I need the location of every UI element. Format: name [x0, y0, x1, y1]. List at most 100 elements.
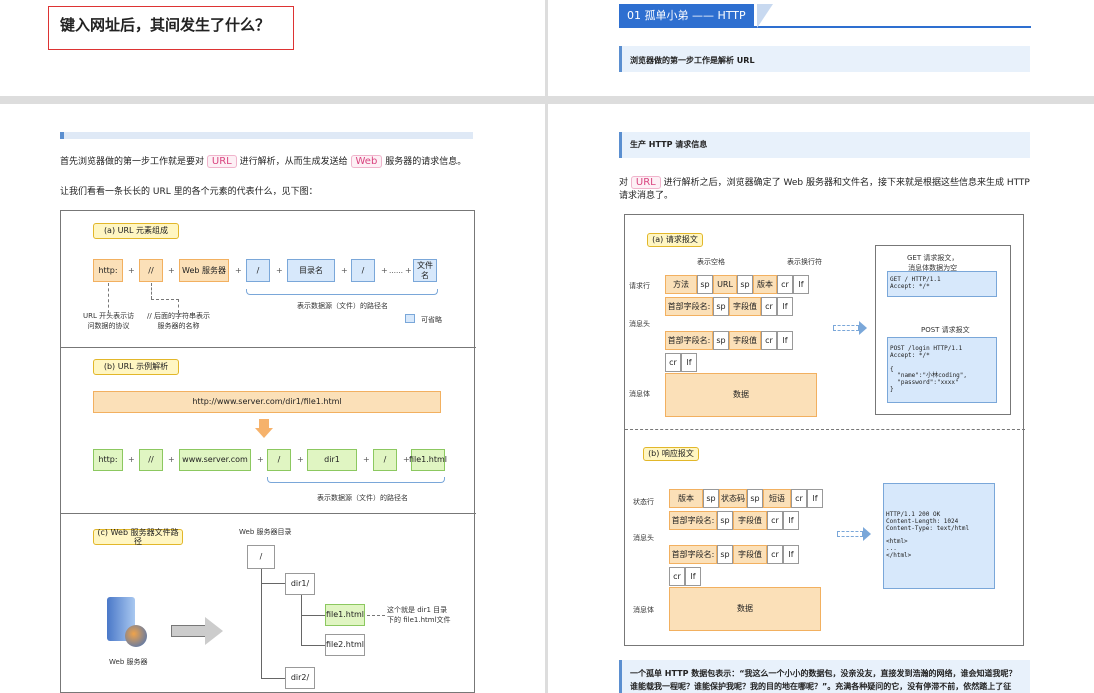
right-arrow-icon [833, 325, 859, 331]
right-arrow-icon [171, 625, 207, 637]
step2-text: 生产 HTTP 请求信息 [630, 140, 708, 149]
req-label: (a) 请求报文 [647, 233, 703, 247]
phrase-cell: 短语 [763, 489, 791, 508]
right-main-panel: 生产 HTTP 请求信息 对 URL 进行解析之后，浏览器确定了 Web 服务器… [548, 104, 1094, 693]
sec-c-label: (c) Web 服务器文件路径 [93, 528, 183, 546]
example-url-bar: http://www.server.com/dir1/file1.html [93, 391, 441, 413]
right-title-panel: 01 孤单小弟 —— HTTP 浏览器做的第一步工作是解析 URL [548, 0, 1094, 96]
sp-cell: sp [737, 275, 753, 294]
dir-box: 目录名 [287, 259, 335, 282]
body-label: 消息体 [629, 390, 650, 398]
quote-line2: 谁能载我一程呢？谁能保护我呢？我的目的地在哪呢？”。充满各种疑问的它，没有停滞不… [630, 682, 1012, 691]
root-dir-node: / [247, 545, 275, 569]
get-title: GET 请求报文， 消息体数据为空 [907, 254, 959, 272]
cr-cell: cr [791, 489, 807, 508]
plus-sign: + [128, 455, 135, 464]
plus-sign: + [363, 455, 370, 464]
slashes-box: // [139, 259, 163, 282]
leader-line [108, 283, 109, 313]
header-label: 消息头 [629, 320, 650, 328]
sp-cell: sp [717, 545, 733, 564]
slash-box: / [351, 259, 375, 282]
plus-sign: + [276, 266, 283, 275]
web-server-box: Web 服务器 [179, 259, 229, 282]
sp-cell: sp [713, 331, 729, 350]
dir1-node: dir1/ [285, 573, 315, 595]
sec-a-label: (a) URL 元素组成 [93, 223, 179, 239]
quote-line1: 一个孤单 HTTP 数据包表示：“我这么一个小小的数据包，没亲没友，直接发到浩瀚… [630, 669, 1017, 678]
leader-line [151, 299, 179, 300]
ex-file-box: file1.html [409, 449, 447, 471]
section-title-fold [757, 4, 773, 28]
lf-cell: lf [681, 353, 697, 372]
ex-server-box: www.server.com [179, 449, 251, 471]
protocol-note: URL 开头表示访 问数据的协议 [83, 312, 135, 330]
plus-sign: + [341, 266, 348, 275]
right-arrow-head [859, 321, 867, 335]
accent-bar [60, 132, 473, 139]
para-line2: 请求消息了。 [619, 191, 674, 201]
method-cell: 方法 [665, 275, 697, 294]
right-arrow-head [205, 617, 223, 645]
sp-cell: sp [703, 489, 719, 508]
http-diagram: (a) 请求报文 表示空格 表示换行符 请求行 方法 sp URL sp 版本 … [624, 214, 1025, 646]
step1-text: 浏览器做的第一步工作是解析 URL [630, 56, 755, 65]
lf-cell: lf [777, 331, 793, 350]
dashed-divider [625, 429, 1025, 430]
plus-sign: + [168, 455, 175, 464]
path-note: 表示数据源（文件）的路径名 [297, 302, 388, 310]
data-cell: 数据 [669, 587, 821, 631]
field-value-cell: 字段值 [733, 511, 767, 530]
field-value-cell: 字段值 [729, 297, 761, 316]
version-cell: 版本 [669, 489, 703, 508]
sp-cell: sp [697, 275, 713, 294]
resp-header-label: 消息头 [633, 534, 654, 542]
get-example: GET / HTTP/1.1 Accept: */* [887, 271, 997, 297]
web-tag: Web [350, 155, 383, 168]
resp-body-label: 消息体 [633, 606, 654, 614]
cr-cell: cr [665, 353, 681, 372]
data-cell: 数据 [665, 373, 817, 417]
left-title-panel: 键入网址后，其间发生了什么？ [0, 0, 545, 96]
ex-slash-box: / [267, 449, 291, 471]
lf-cell: lf [793, 275, 809, 294]
section-title: 01 孤单小弟 —— HTTP [619, 4, 754, 28]
cr-cell: cr [767, 511, 783, 530]
post-title: POST 请求报文 [921, 326, 970, 334]
ex-http-box: http: [93, 449, 123, 471]
divider [61, 347, 476, 348]
field-name-cell: 首部字段名: [669, 511, 717, 530]
cr-cell: cr [669, 567, 685, 586]
globe-icon [125, 625, 147, 647]
resp-label: (b) 响应报文 [643, 447, 699, 461]
tree-line [261, 678, 285, 679]
ex-slash-box: / [373, 449, 397, 471]
dots: …… [389, 267, 403, 275]
url-diagram: (a) URL 元素组成 http: + // + Web 服务器 + / + … [60, 210, 476, 693]
response-example: HTTP/1.1 200 OK Content-Length: 1024 Con… [883, 483, 995, 589]
sp-cell: sp [717, 511, 733, 530]
plus-sign: + [168, 266, 175, 275]
sp-note: 表示空格 [697, 258, 725, 266]
path-note: 表示数据源（文件）的路径名 [317, 494, 408, 502]
lf-cell: lf [685, 567, 701, 586]
dir2-node: dir2/ [285, 667, 315, 689]
leader-line [151, 283, 152, 299]
right-arrow-head [863, 527, 871, 541]
tree-line [261, 583, 285, 584]
version-cell: 版本 [753, 275, 777, 294]
tree-line [301, 645, 325, 646]
plus-sign: + [128, 266, 135, 275]
intro-line1: 首先浏览器做的第一步工作就是要对 URL 进行解析，从而生成发送给 Web 服务… [60, 155, 467, 168]
divider [61, 513, 476, 514]
path-brace [246, 289, 438, 295]
ex-slashes-box: // [139, 449, 163, 471]
lf-cell: lf [777, 297, 793, 316]
leader-line [367, 615, 385, 616]
field-name-cell: 首部字段名: [665, 331, 713, 350]
req-line-label: 请求行 [629, 282, 650, 290]
para-line1: 对 URL 进行解析之后，浏览器确定了 Web 服务器和文件名，接下来就是根据这… [619, 176, 1030, 189]
plus-sign: + [297, 455, 304, 464]
web-root-title: Web 服务器目录 [239, 528, 292, 536]
slash-box: / [246, 259, 270, 282]
